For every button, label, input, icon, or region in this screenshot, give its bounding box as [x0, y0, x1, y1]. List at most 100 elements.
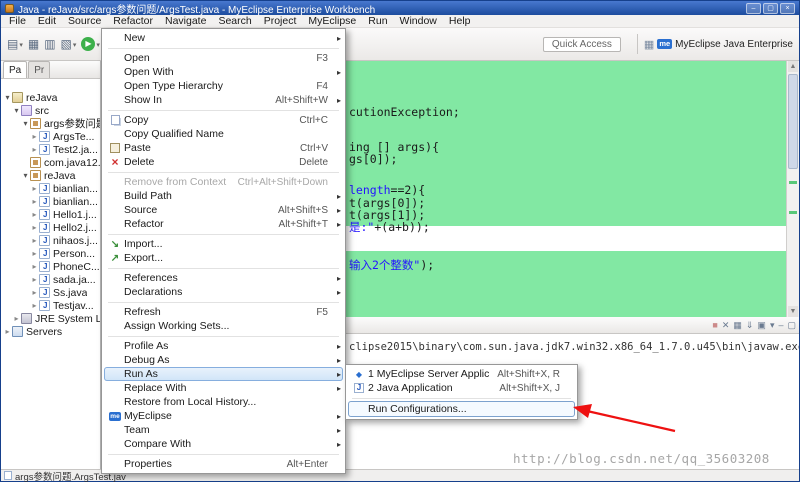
tree-item[interactable]: JRE System Li... — [1, 312, 100, 325]
context-menu-item[interactable]: References — [104, 271, 343, 285]
menubar-item[interactable]: Window — [394, 15, 443, 28]
menubar-item[interactable]: Project — [258, 15, 303, 28]
context-menu-item[interactable]: Show In Alt+Shift+W — [104, 93, 343, 107]
tree-item[interactable]: Test2.ja... — [1, 143, 100, 156]
tree-item[interactable]: Testjav... — [1, 299, 100, 312]
menubar-item[interactable]: Navigate — [159, 15, 212, 28]
menubar-item[interactable]: Source — [62, 15, 107, 28]
context-menu-item[interactable]: Restore from Local History... — [104, 395, 343, 409]
quick-access-button[interactable]: Quick Access — [543, 37, 621, 52]
tree-item[interactable]: sada.ja... — [1, 273, 100, 286]
context-menu-item[interactable]: Import... — [104, 237, 343, 251]
minimize-button[interactable]: – — [746, 3, 761, 14]
expand-arrow-icon[interactable] — [30, 132, 39, 141]
context-menu-item[interactable]: Delete Delete — [104, 155, 343, 169]
submenu-item[interactable]: Run Configurations... — [348, 401, 575, 417]
maximize-button[interactable]: ▢ — [763, 3, 778, 14]
tree-item[interactable]: Person... — [1, 247, 100, 260]
tree-item[interactable]: reJava — [1, 91, 100, 104]
perspective-switcher[interactable]: ▦ me MyEclipse Java Enterprise — [644, 38, 795, 51]
close-button[interactable]: × — [780, 3, 795, 14]
expand-arrow-icon[interactable] — [30, 184, 39, 193]
expand-arrow-icon[interactable] — [30, 223, 39, 232]
context-menu-item[interactable]: Remove from Context Ctrl+Alt+Shift+Down — [104, 175, 343, 189]
expand-arrow-icon[interactable] — [12, 314, 21, 323]
tree-item[interactable]: ArgsTe... — [1, 130, 100, 143]
tree-item[interactable]: com.java12... — [1, 156, 100, 169]
context-menu-item[interactable]: Copy Ctrl+C — [104, 113, 343, 127]
context-menu-item[interactable]: Run As — [104, 367, 343, 381]
tree-item[interactable]: bianlian... — [1, 182, 100, 195]
expand-arrow-icon[interactable] — [30, 262, 39, 271]
expand-arrow-icon[interactable] — [21, 171, 30, 180]
menubar-item[interactable]: MyEclipse — [302, 15, 362, 28]
tree-item[interactable]: bianlian... — [1, 195, 100, 208]
remove-launch-icon[interactable]: ✕ — [722, 319, 730, 332]
minimize-view-icon[interactable]: – — [778, 319, 783, 332]
context-menu-item[interactable]: Paste Ctrl+V — [104, 141, 343, 155]
expand-arrow-icon[interactable] — [3, 93, 12, 102]
menubar-item[interactable]: Help — [443, 15, 477, 28]
run-icon[interactable]: ▶ — [79, 33, 102, 55]
save-icon[interactable]: ▦ — [26, 33, 41, 55]
context-menu-item[interactable]: Open With — [104, 65, 343, 79]
tree-item[interactable]: reJava — [1, 169, 100, 182]
context-menu-item[interactable]: Open F3 — [104, 51, 343, 65]
menubar-item[interactable]: Run — [362, 15, 393, 28]
tree-item[interactable]: src — [1, 104, 100, 117]
context-menu-item[interactable]: Refactor Alt+Shift+T — [104, 217, 343, 231]
expand-arrow-icon[interactable] — [30, 145, 39, 154]
tree-item[interactable]: Ss.java — [1, 286, 100, 299]
context-menu-item[interactable]: Team — [104, 423, 343, 437]
expand-arrow-icon[interactable] — [30, 288, 39, 297]
expand-arrow-icon[interactable] — [30, 275, 39, 284]
editor-scrollbar[interactable]: ▲ ▼ — [786, 61, 799, 317]
context-menu-item[interactable]: Assign Working Sets... — [104, 319, 343, 333]
tab-package-explorer[interactable]: Pa — [3, 61, 27, 78]
context-menu-item[interactable]: New — [104, 31, 343, 45]
menubar-item[interactable]: File — [3, 15, 32, 28]
expand-arrow-icon[interactable] — [30, 197, 39, 206]
clear-console-icon[interactable]: ▦ — [733, 319, 742, 332]
tree-item[interactable]: args参数问题 — [1, 117, 100, 130]
context-menu-item[interactable]: Copy Qualified Name — [104, 127, 343, 141]
context-menu-item[interactable]: Refresh F5 — [104, 305, 343, 319]
scroll-down-icon[interactable]: ▼ — [788, 306, 798, 317]
tree-item[interactable]: Servers — [1, 325, 100, 338]
context-menu-item[interactable]: Source Alt+Shift+S — [104, 203, 343, 217]
tree-item[interactable]: PhoneC... — [1, 260, 100, 273]
expand-arrow-icon[interactable] — [30, 210, 39, 219]
expand-arrow-icon[interactable] — [21, 119, 30, 128]
context-menu-item[interactable]: Open Type Hierarchy F4 — [104, 79, 343, 93]
scroll-lock-icon[interactable]: ⇓ — [746, 319, 754, 332]
expand-arrow-icon[interactable] — [30, 301, 39, 310]
context-menu-item[interactable]: Profile As — [104, 339, 343, 353]
submenu-item[interactable]: 2 Java Application Alt+Shift+X, J — [348, 381, 575, 395]
context-menu-item[interactable]: Export... — [104, 251, 343, 265]
context-menu-item[interactable]: Replace With — [104, 381, 343, 395]
scroll-up-icon[interactable]: ▲ — [788, 61, 798, 72]
expand-arrow-icon[interactable] — [30, 236, 39, 245]
new-wizard-icon[interactable]: ▤ — [5, 33, 25, 55]
menubar-item[interactable]: Edit — [32, 15, 62, 28]
menubar-item[interactable]: Search — [212, 15, 257, 28]
submenu-item[interactable]: 1 MyEclipse Server Application Alt+Shift… — [348, 367, 575, 381]
context-menu-item[interactable]: Debug As — [104, 353, 343, 367]
print-icon[interactable]: ▥ — [42, 33, 57, 55]
tree-item[interactable]: Hello2.j... — [1, 221, 100, 234]
expand-arrow-icon[interactable] — [30, 249, 39, 258]
expand-arrow-icon[interactable] — [12, 106, 21, 115]
tab-project-explorer[interactable]: Pr — [28, 61, 50, 78]
maximize-view-icon[interactable]: ▢ — [787, 319, 796, 332]
expand-arrow-icon[interactable] — [3, 327, 12, 336]
display-console-icon[interactable]: ▾ — [770, 319, 775, 332]
context-menu-item[interactable]: Properties Alt+Enter — [104, 457, 343, 471]
context-menu-item[interactable]: Build Path — [104, 189, 343, 203]
tree-item[interactable]: nihaos.j... — [1, 234, 100, 247]
scrollbar-thumb[interactable] — [788, 74, 798, 169]
pin-console-icon[interactable]: ▣ — [757, 319, 766, 332]
context-menu-item[interactable]: Declarations — [104, 285, 343, 299]
deploy-icon[interactable]: ▧ — [59, 33, 79, 55]
tree-item[interactable]: Hello1.j... — [1, 208, 100, 221]
context-menu-item[interactable]: Compare With — [104, 437, 343, 451]
